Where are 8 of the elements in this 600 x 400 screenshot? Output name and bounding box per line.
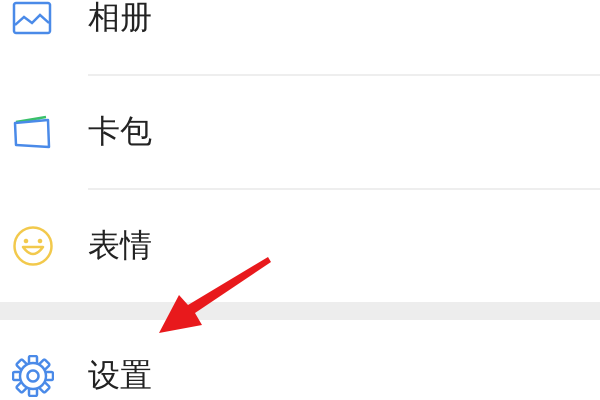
menu-item[interactable]: 设置: [88, 354, 152, 398]
picture-icon: [12, 1, 52, 35]
smiley-icon: [12, 225, 54, 267]
wallet-icon: [12, 114, 52, 150]
menu-item[interactable]: 相册: [88, 0, 152, 40]
menu-item[interactable]: 卡包: [88, 110, 152, 154]
gear-icon: [12, 355, 54, 397]
menu-item[interactable]: 表情: [88, 224, 152, 268]
